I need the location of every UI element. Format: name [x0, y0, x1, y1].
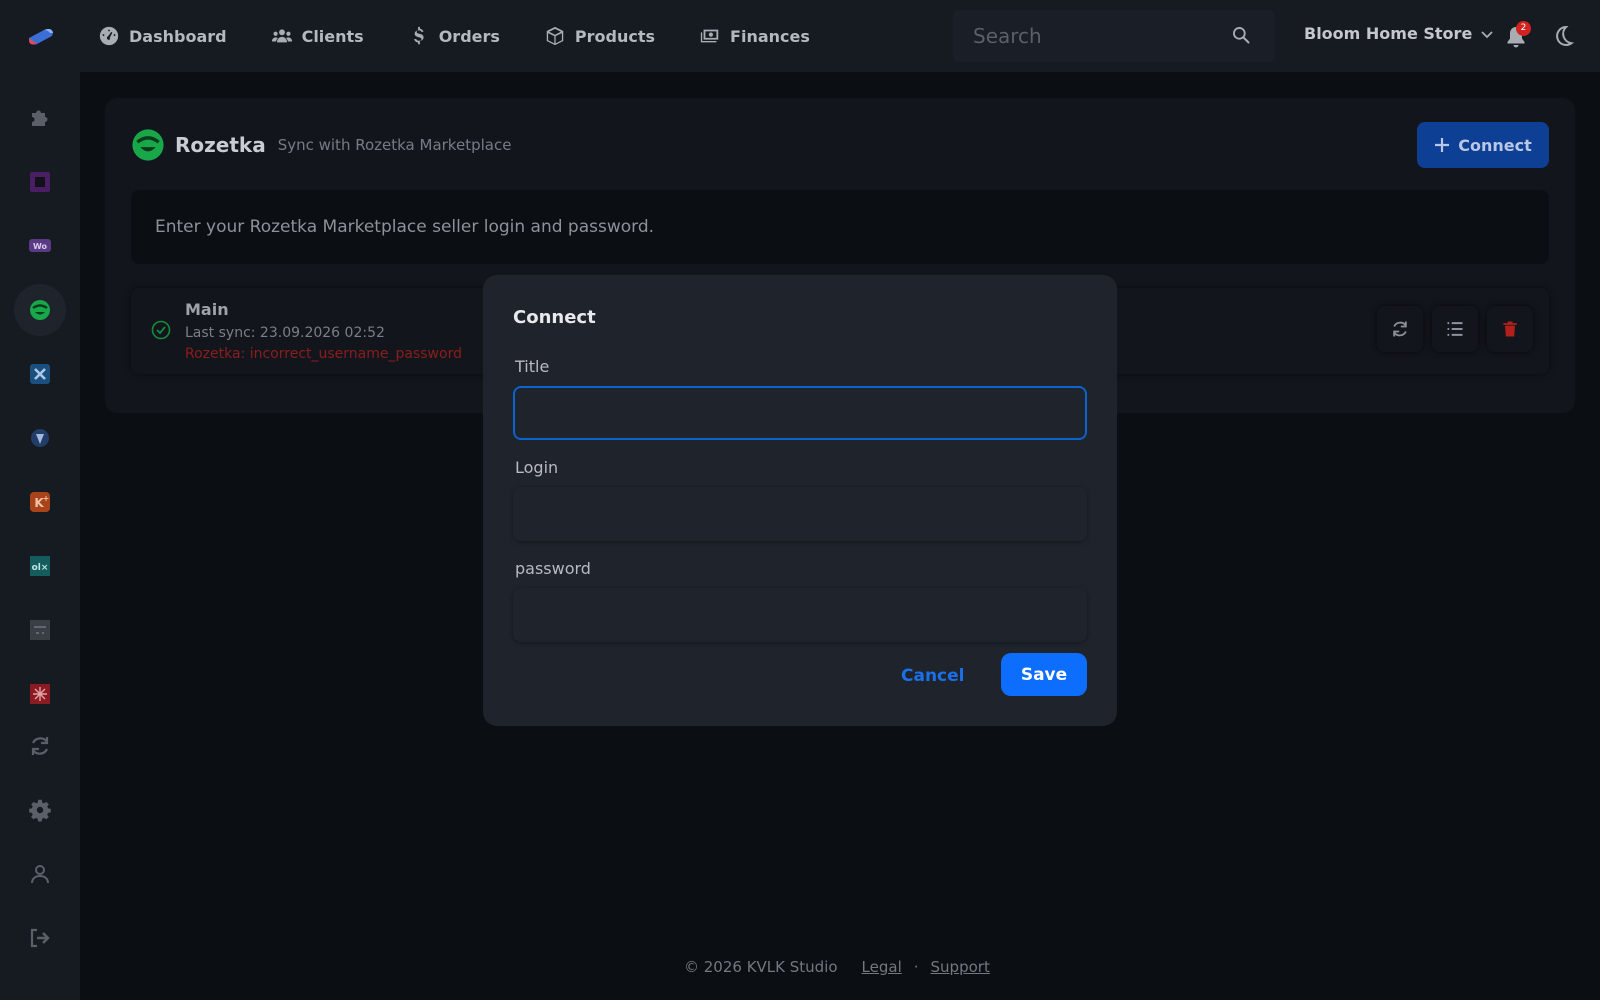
sidebar-item-kplus[interactable]: K +: [14, 476, 66, 528]
login-label: Login: [515, 458, 559, 477]
store-selector[interactable]: Bloom Home Store: [1304, 24, 1494, 43]
login-input[interactable]: [514, 488, 1086, 540]
connect-button[interactable]: Connect: [1417, 122, 1549, 168]
check-circle-icon: [151, 320, 171, 340]
red-app-icon: [30, 684, 50, 704]
nav-dashboard[interactable]: Dashboard: [98, 25, 227, 47]
sidebar-item-x-app[interactable]: [14, 348, 66, 400]
rozetka-logo-icon: [132, 129, 164, 161]
top-navbar: Dashboard Clients Orders Products Financ…: [0, 0, 1600, 72]
sync-icon: [31, 737, 49, 755]
notification-badge: 2: [1516, 21, 1531, 36]
main-nav: Dashboard Clients Orders Products Financ…: [98, 0, 854, 72]
resync-button[interactable]: [1377, 306, 1423, 352]
cancel-button[interactable]: Cancel: [901, 666, 964, 686]
footer-copyright: © 2026 KVLK Studio: [684, 958, 838, 976]
nav-orders-label: Orders: [438, 26, 500, 46]
plus-icon: [1435, 138, 1450, 152]
nav-dashboard-label: Dashboard: [129, 26, 227, 46]
nav-products-label: Products: [574, 26, 656, 46]
nav-finances-label: Finances: [730, 26, 810, 46]
save-button[interactable]: Save: [1001, 653, 1087, 696]
connection-last-sync: Last sync: 23.09.2026 02:52: [185, 325, 385, 341]
logs-button[interactable]: [1432, 306, 1478, 352]
dialog-title: Connect: [513, 307, 596, 328]
notifications-button[interactable]: 2: [1504, 21, 1531, 50]
integration-title: Rozetka: [175, 133, 266, 157]
chevron-down-icon: [1481, 30, 1493, 38]
users-icon: [271, 29, 292, 43]
title-input[interactable]: [515, 388, 1085, 438]
kplus-icon: K+: [30, 492, 50, 512]
square-app-icon: [30, 172, 50, 192]
info-message: Enter your Rozetka Marketplace seller lo…: [131, 190, 1549, 264]
logout-icon: [30, 928, 50, 948]
rozetka-icon: [30, 300, 50, 320]
title-label: Title: [515, 357, 550, 376]
box-icon: [546, 26, 564, 46]
sidebar-item-rozetka[interactable]: [14, 284, 66, 336]
x-app-icon: [30, 364, 50, 384]
info-text: Enter your Rozetka Marketplace seller lo…: [155, 217, 655, 237]
sidebar-item-shield-app[interactable]: [14, 412, 66, 464]
sidebar-item-app-1[interactable]: [14, 156, 66, 208]
user-icon: [31, 865, 49, 884]
search-box: [953, 10, 1275, 62]
woo-icon: Wo: [29, 239, 51, 252]
delete-button[interactable]: [1487, 306, 1533, 352]
sidebar-item-app-3[interactable]: [14, 668, 66, 720]
password-label: password: [515, 559, 591, 578]
login-field: [513, 487, 1087, 541]
generic-app-icon: [30, 620, 50, 640]
trash-icon: [1503, 321, 1517, 337]
sidebar-item-profile[interactable]: [14, 848, 66, 900]
refresh-icon: [1393, 321, 1407, 337]
search-input[interactable]: [973, 24, 1233, 48]
sidebar-item-sync[interactable]: [14, 720, 66, 772]
search-icon[interactable]: [1231, 25, 1251, 45]
password-field: [513, 588, 1087, 642]
svg-text:+: +: [43, 494, 50, 503]
moon-icon[interactable]: [1552, 24, 1576, 48]
footer-legal-link[interactable]: Legal: [862, 958, 902, 976]
sidebar-item-plugins[interactable]: [14, 92, 66, 144]
nav-products[interactable]: Products: [544, 25, 655, 47]
card-header: Rozetka Sync with Rozetka Marketplace: [131, 128, 511, 162]
store-name: Bloom Home Store: [1304, 24, 1473, 43]
connect-dialog: Connect Title Login password Cancel Save: [483, 275, 1117, 726]
sidebar: Wo K + ol×: [0, 72, 80, 1000]
svg-text:Wo: Wo: [33, 242, 48, 251]
title-field: [513, 386, 1087, 440]
svg-text:ol×: ol×: [32, 563, 49, 573]
connection-name: Main: [185, 300, 229, 319]
nav-clients-label: Clients: [301, 26, 364, 46]
sidebar-item-olx[interactable]: ol×: [14, 540, 66, 592]
shield-app-icon: [31, 429, 49, 447]
nav-orders[interactable]: Orders: [408, 25, 500, 47]
connection-error: Rozetka: incorrect_username_password: [185, 346, 462, 362]
gear-icon: [29, 799, 51, 822]
dollar-icon: [413, 26, 424, 45]
list-icon: [1447, 322, 1463, 336]
nav-clients[interactable]: Clients: [271, 25, 364, 47]
money-icon: [700, 29, 719, 43]
app-logo[interactable]: [26, 24, 56, 48]
footer: © 2026 KVLK Studio Legal · Support: [684, 958, 990, 976]
speedometer-icon: [99, 26, 119, 46]
nav-finances[interactable]: Finances: [699, 25, 810, 47]
puzzle-icon: [32, 110, 48, 126]
sidebar-item-logout[interactable]: [14, 912, 66, 964]
sidebar-item-app-2[interactable]: [14, 604, 66, 656]
footer-separator: ·: [913, 958, 919, 976]
sidebar-item-settings[interactable]: [14, 784, 66, 836]
connect-button-label: Connect: [1458, 135, 1532, 155]
sidebar-item-woocommerce[interactable]: Wo: [14, 220, 66, 272]
olx-icon: ol×: [30, 556, 50, 576]
integration-subtitle: Sync with Rozetka Marketplace: [277, 136, 512, 154]
password-input[interactable]: [514, 589, 1086, 641]
footer-support-link[interactable]: Support: [931, 958, 990, 976]
